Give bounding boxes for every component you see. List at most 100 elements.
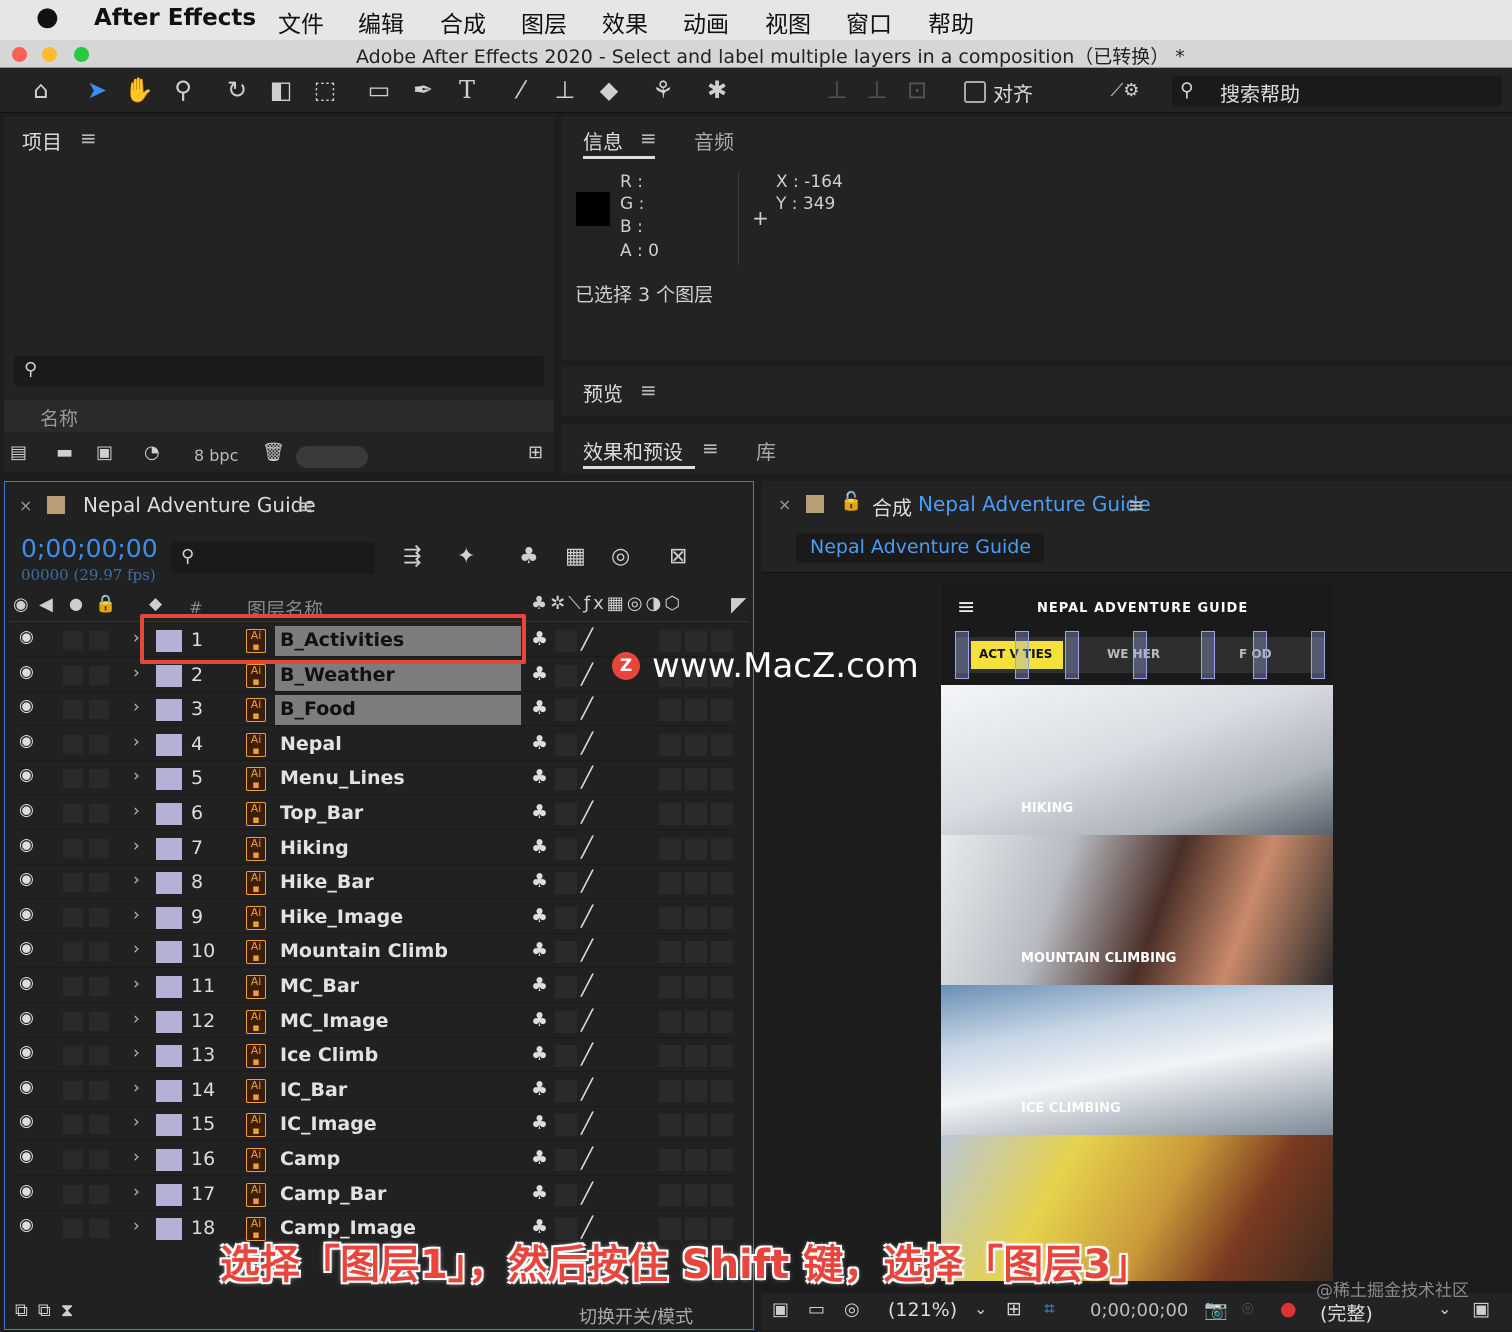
- collapse-switch[interactable]: [555, 768, 577, 791]
- shy-icon[interactable]: ♣: [531, 766, 548, 788]
- audio-switch[interactable]: [63, 977, 83, 996]
- blend-switch[interactable]: [685, 1183, 707, 1206]
- chevron-down-icon[interactable]: ⌄: [1438, 1299, 1451, 1318]
- layer-name[interactable]: IC_Bar: [275, 1076, 521, 1106]
- trash-icon[interactable]: 🗑: [262, 442, 285, 463]
- solo-switch[interactable]: [89, 665, 109, 685]
- chevron-down-icon[interactable]: ⌄: [974, 1299, 987, 1318]
- expand-chevron-icon[interactable]: ›: [133, 905, 140, 925]
- quality-icon[interactable]: ╱: [581, 904, 593, 928]
- 3d-switch[interactable]: [711, 872, 733, 895]
- audio-switch[interactable]: [63, 1184, 83, 1204]
- camera-tool-icon[interactable]: ◧: [264, 74, 298, 106]
- label-color-swatch[interactable]: [156, 1218, 182, 1241]
- shy-icon[interactable]: ♣: [531, 663, 548, 685]
- label-color-swatch[interactable]: [156, 1149, 182, 1171]
- audio-switch[interactable]: [63, 734, 83, 754]
- collapse-switch[interactable]: [555, 733, 577, 756]
- layer-name[interactable]: Nepal: [275, 730, 521, 760]
- collapse-switch[interactable]: [555, 941, 577, 964]
- 3d-switch[interactable]: [711, 1149, 733, 1171]
- axis-view-icon[interactable]: ⊡: [900, 74, 934, 106]
- effect-switch[interactable]: [659, 1045, 681, 1068]
- solo-switch[interactable]: [89, 1046, 109, 1066]
- shy-icon[interactable]: ♣: [531, 1182, 548, 1204]
- quality-icon[interactable]: ╱: [581, 973, 593, 997]
- collapse-switch[interactable]: [555, 803, 577, 825]
- label-column-icon[interactable]: ◆: [149, 594, 162, 614]
- layer-row[interactable]: ◉ › 5 Ai ▪ Menu_Lines ♣ ╱: [13, 762, 733, 796]
- effect-switch[interactable]: [659, 941, 681, 964]
- always-preview-icon[interactable]: ▣: [772, 1299, 789, 1320]
- shy-icon[interactable]: ♣: [531, 939, 548, 961]
- blend-switch[interactable]: [685, 906, 707, 929]
- show-snapshot-icon[interactable]: ⌾: [1242, 1298, 1253, 1320]
- 3d-switch[interactable]: [711, 803, 733, 825]
- minimize-window-button[interactable]: [42, 47, 57, 62]
- quality-icon[interactable]: ╱: [581, 765, 593, 789]
- layer-row[interactable]: ◉ › 16 Ai ▪ Camp ♣ ╱: [13, 1143, 733, 1176]
- 3d-switch[interactable]: [711, 1010, 733, 1033]
- layer-name[interactable]: Hike_Image: [275, 903, 521, 933]
- workspace-icon[interactable]: ⟋⚙: [1094, 74, 1156, 106]
- solo-switch[interactable]: [89, 873, 109, 893]
- layer-name[interactable]: B_Weather: [275, 660, 521, 691]
- roto-brush-tool-icon[interactable]: ⚘: [646, 74, 680, 106]
- flowchart-icon[interactable]: ⊞: [528, 442, 543, 463]
- visibility-eye-icon[interactable]: ◉: [19, 938, 34, 958]
- visibility-eye-icon[interactable]: ◉: [19, 869, 34, 889]
- blend-switch[interactable]: [685, 941, 707, 964]
- solo-switch[interactable]: [89, 769, 109, 789]
- quality-icon[interactable]: ╱: [581, 1146, 593, 1170]
- effect-switch[interactable]: [659, 1114, 681, 1137]
- label-color-swatch[interactable]: [156, 1079, 182, 1102]
- menu-window[interactable]: 窗口: [846, 5, 892, 39]
- close-window-button[interactable]: [12, 47, 27, 62]
- shy-icon[interactable]: ♣: [531, 836, 548, 858]
- expand-chevron-icon[interactable]: ›: [133, 836, 140, 856]
- audio-switch[interactable]: [63, 665, 83, 685]
- layer-row[interactable]: ◉ › 7 Ai ▪ Hiking ♣ ╱: [13, 832, 733, 865]
- type-tool-icon[interactable]: T: [450, 74, 484, 106]
- 3d-switch[interactable]: [711, 976, 733, 998]
- 3d-switch[interactable]: [711, 768, 733, 791]
- collapse-switch[interactable]: [555, 1010, 577, 1033]
- preview-title[interactable]: 预览: [583, 378, 623, 407]
- project-zoom-slider[interactable]: [296, 446, 368, 468]
- expand-chevron-icon[interactable]: ›: [133, 766, 140, 786]
- shy-icon[interactable]: ♣: [531, 697, 548, 719]
- solo-switch[interactable]: [89, 1150, 109, 1169]
- grid-guides-icon[interactable]: ⊞: [1006, 1298, 1022, 1320]
- layer-name[interactable]: B_Food: [275, 695, 521, 726]
- apple-icon[interactable]: ●: [36, 2, 59, 32]
- blend-switch[interactable]: [685, 1045, 707, 1068]
- collapse-switch[interactable]: [555, 976, 577, 998]
- new-folder-icon[interactable]: ▬: [56, 442, 73, 463]
- tab-effects-presets[interactable]: 效果和预设: [583, 436, 683, 465]
- snapshot-icon[interactable]: 📷: [1204, 1298, 1228, 1321]
- layer-name[interactable]: Hike_Bar: [275, 868, 521, 898]
- quality-icon[interactable]: ╱: [581, 662, 593, 686]
- resolution-dropdown[interactable]: (完整): [1320, 1299, 1373, 1326]
- blend-switch[interactable]: [685, 768, 707, 791]
- pan-behind-tool-icon[interactable]: ⬚: [308, 74, 342, 106]
- audio-toggle-icon[interactable]: ◀: [39, 594, 53, 615]
- project-menu-icon[interactable]: ≡: [80, 126, 97, 150]
- shy-layers-icon[interactable]: ♣: [519, 544, 539, 569]
- 3d-switch[interactable]: [711, 1114, 733, 1137]
- visibility-eye-icon[interactable]: ◉: [19, 800, 34, 820]
- brush-tool-icon[interactable]: ⁄: [504, 74, 538, 106]
- comment-icon[interactable]: ◤: [731, 592, 746, 616]
- draft-3d-icon[interactable]: ✦: [457, 544, 475, 569]
- expand-chevron-icon[interactable]: ›: [133, 1112, 140, 1132]
- 3d-switch[interactable]: [711, 1079, 733, 1102]
- blend-switch[interactable]: [685, 1010, 707, 1033]
- layer-row[interactable]: ◉ › 9 Ai ▪ Hike_Image ♣ ╱: [13, 901, 733, 934]
- axis-world-icon[interactable]: ⊥: [860, 74, 894, 106]
- 3d-switch[interactable]: [711, 733, 733, 756]
- menu-edit[interactable]: 编辑: [358, 5, 404, 39]
- layer-row[interactable]: ◉ › 17 Ai ▪ Camp_Bar ♣ ╱: [13, 1178, 733, 1211]
- collapse-switch[interactable]: [555, 1114, 577, 1137]
- layer-name[interactable]: Ice Climb: [275, 1041, 521, 1071]
- tab-library[interactable]: 库: [756, 436, 776, 465]
